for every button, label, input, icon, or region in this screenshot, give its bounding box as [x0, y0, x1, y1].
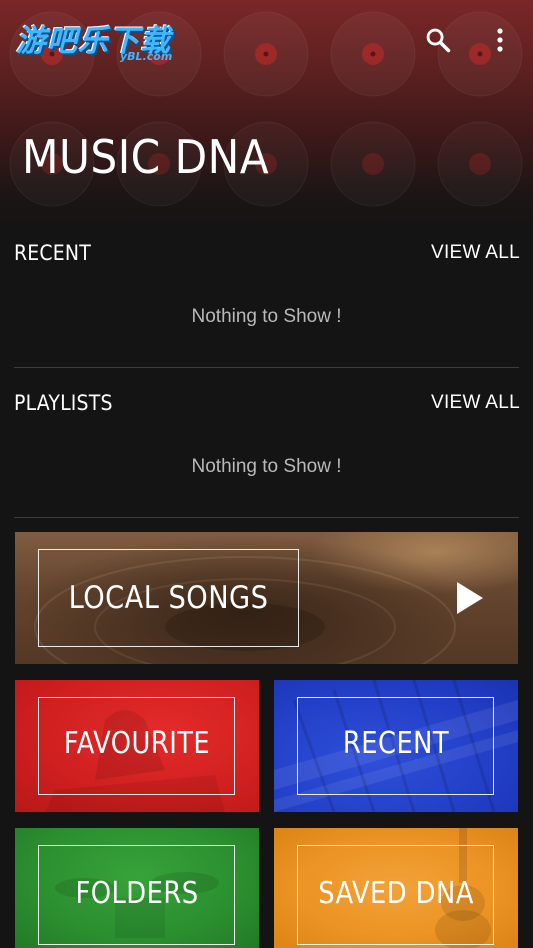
playlists-empty-message: Nothing to Show !	[191, 456, 342, 477]
page-title: MUSIC DNA	[22, 130, 270, 184]
music-dna-screen: 游吧乐下载 yBL.com MUSIC DNA RECENT VIEW ALL …	[0, 0, 533, 948]
saved-dna-label: SAVED DNA	[318, 876, 474, 911]
recent-tile[interactable]: RECENT	[274, 680, 518, 812]
recent-section-title: RECENT	[14, 241, 91, 265]
watermark-logo: 游吧乐下载 yBL.com	[16, 16, 188, 66]
folders-tile[interactable]: FOLDERS	[15, 828, 259, 948]
favourite-tile[interactable]: FAVOURITE	[15, 680, 259, 812]
favourite-label: FAVOURITE	[63, 726, 211, 761]
playlists-section-title: PLAYLISTS	[14, 391, 113, 415]
playlists-section-header: PLAYLISTS VIEW ALL	[14, 388, 520, 418]
play-icon[interactable]	[451, 578, 487, 618]
overflow-menu-button[interactable]	[480, 20, 520, 60]
saved-dna-tile[interactable]: SAVED DNA	[274, 828, 518, 948]
search-icon	[426, 28, 451, 53]
section-divider	[14, 517, 519, 518]
logo-subtext: yBL.com	[120, 50, 173, 63]
recent-empty-message: Nothing to Show !	[191, 306, 342, 327]
folders-label: FOLDERS	[75, 876, 199, 911]
more-vertical-icon	[497, 28, 503, 52]
recent-label: RECENT	[342, 726, 450, 761]
recent-section-header: RECENT VIEW ALL	[14, 238, 520, 268]
local-songs-label: LOCAL SONGS	[68, 580, 269, 616]
local-songs-tile[interactable]: LOCAL SONGS	[15, 532, 518, 664]
search-button[interactable]	[418, 20, 458, 60]
recent-view-all-button[interactable]: VIEW ALL	[431, 242, 520, 264]
app-header: 游吧乐下载 yBL.com MUSIC DNA	[0, 0, 533, 228]
section-divider	[14, 367, 519, 368]
playlists-view-all-button[interactable]: VIEW ALL	[431, 392, 520, 414]
